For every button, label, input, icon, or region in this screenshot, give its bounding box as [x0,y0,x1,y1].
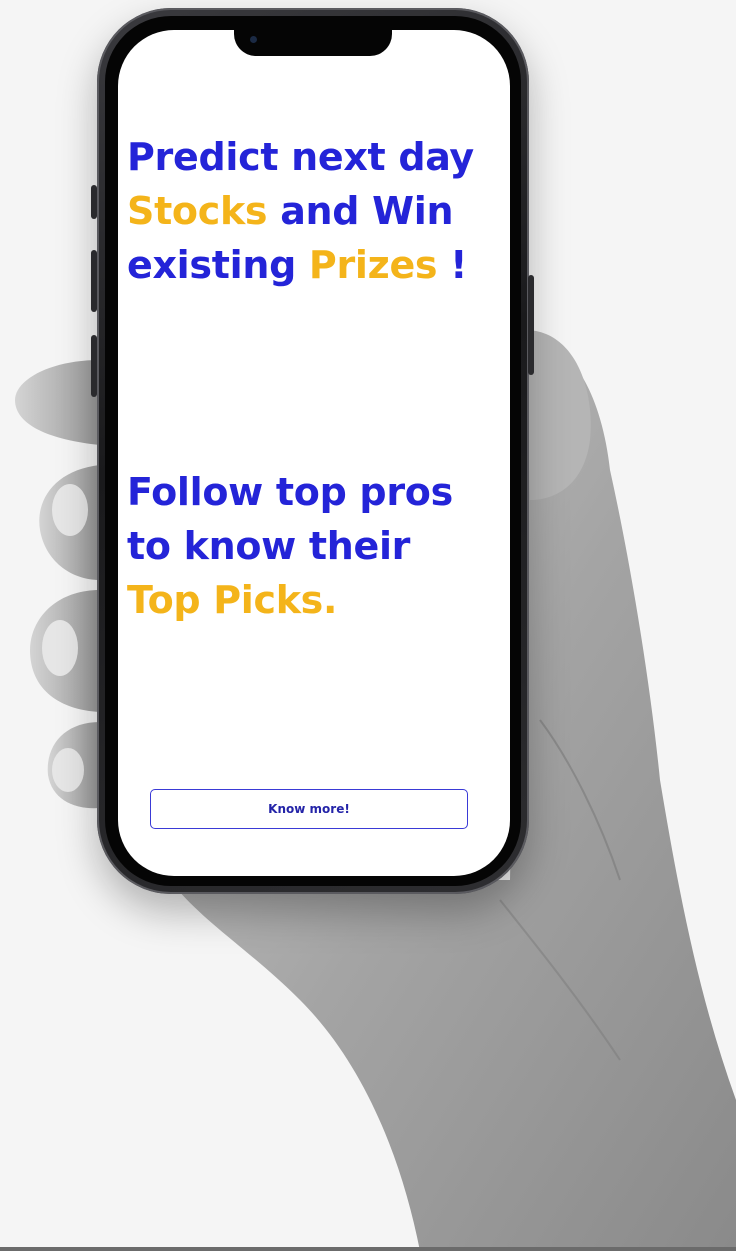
power-button [528,275,534,375]
headline-text: ! [437,242,468,287]
volume-down-button [91,250,97,312]
highlight-prizes: Prizes [308,242,438,287]
headline-line: to know their [127,523,411,568]
headline-line: Follow top pros [127,470,453,514]
headline-line: Predict next day [127,135,474,179]
camera-icon [250,36,257,43]
headline-text: existing [127,242,309,287]
headline-predict: Predict next day Stocks and Win existing… [127,131,507,293]
highlight-stocks: Stocks [127,188,268,233]
know-more-button[interactable]: Know more! [150,789,468,829]
mute-switch [91,335,97,397]
headline-follow: Follow top pros to know their Top Picks. [127,466,507,628]
bottom-divider [0,1247,736,1251]
phone-notch [234,20,392,56]
volume-up-button [91,185,97,219]
headline-text: and Win [267,188,454,233]
highlight-top-picks: Top Picks. [127,577,338,622]
